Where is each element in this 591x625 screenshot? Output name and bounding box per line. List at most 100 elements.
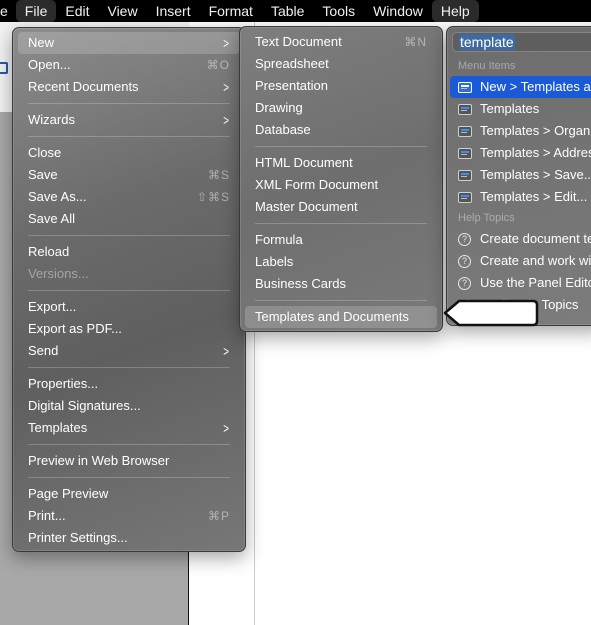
question-circle-icon: ?: [458, 232, 471, 246]
menu-item-label: Open...: [28, 57, 71, 72]
menu-item-label: Export...: [28, 299, 77, 314]
menu-separator: [18, 230, 240, 241]
menu-item-label: Save: [28, 167, 58, 182]
file-menu-item-versions: Versions...: [18, 263, 240, 285]
help-topics-header: Help Topics: [458, 212, 515, 224]
new-submenu-item-presentation[interactable]: Presentation: [245, 75, 437, 97]
file-menu-item-export-as-pdf[interactable]: Export as PDF...: [18, 318, 240, 340]
menu-item-label: Spreadsheet: [255, 56, 329, 71]
annotation-callout-arrow: [443, 299, 539, 327]
menu-item-label: HTML Document: [255, 155, 353, 170]
menu-bar: e File Edit View Insert Format Table Tools Windo…: [0, 0, 591, 22]
file-menu-item-properties[interactable]: Properties...: [18, 373, 240, 395]
help-result-label: Templates: [480, 101, 540, 116]
new-submenu-item-formula[interactable]: Formula: [245, 229, 437, 251]
file-menu-item-close[interactable]: Close: [18, 142, 240, 164]
menu-item-label: New: [28, 35, 55, 50]
menu-separator: [18, 285, 240, 296]
help-result-templates-save[interactable]: Templates > Save...: [450, 164, 591, 186]
menu-separator: [245, 218, 437, 229]
menu-item-label: Close: [28, 145, 62, 160]
file-menu-item-reload[interactable]: Reload: [18, 241, 240, 263]
file-menu-item-send[interactable]: Send >: [18, 340, 240, 362]
new-submenu-item-xml-form-document[interactable]: XML Form Document: [245, 174, 437, 196]
menu-item-icon: [458, 169, 472, 181]
menubar-item-help[interactable]: Help: [431, 0, 479, 22]
help-result-label: Templates > Save...: [480, 167, 591, 182]
file-menu-item-new[interactable]: New >: [18, 32, 240, 54]
menu-item-icon: [458, 81, 472, 93]
menubar-item-window[interactable]: Window: [364, 0, 432, 22]
file-menu-item-recent-documents[interactable]: Recent Documents >: [18, 76, 240, 98]
new-submenu-item-master-document[interactable]: Master Document: [245, 196, 437, 218]
file-menu-item-printer-settings[interactable]: Printer Settings...: [18, 527, 240, 549]
help-result-templates-organize[interactable]: Templates > Organize...: [450, 120, 591, 142]
file-menu-item-page-preview[interactable]: Page Preview: [18, 483, 240, 505]
menu-item-label: Wizards: [28, 112, 75, 127]
new-submenu-item-templates-and-documents[interactable]: Templates and Documents: [245, 306, 437, 328]
file-menu-item-export[interactable]: Export...: [18, 296, 240, 318]
help-result-label: Templates > Address Book Source...: [480, 145, 591, 160]
save-icon[interactable]: [0, 62, 8, 74]
help-topic-create-and-work-with-templates[interactable]: ? Create and work with templates: [450, 250, 591, 272]
menu-item-label: Digital Signatures...: [28, 398, 141, 413]
menu-item-label: XML Form Document: [255, 177, 379, 192]
menu-item-label: Printer Settings...: [28, 530, 128, 545]
file-menu-item-wizards[interactable]: Wizards >: [18, 109, 240, 131]
menu-item-icon: [458, 191, 472, 203]
question-circle-icon: ?: [458, 254, 471, 268]
help-result-new-templates-and-documents[interactable]: New > Templates and Documents: [450, 76, 591, 98]
new-submenu-item-text-document[interactable]: Text Document ⌘N: [245, 31, 437, 53]
menubar-item-e[interactable]: e: [0, 0, 16, 22]
menubar-item-insert[interactable]: Insert: [147, 0, 200, 22]
file-menu-item-digital-signatures[interactable]: Digital Signatures...: [18, 395, 240, 417]
file-menu: New > Open... ⌘O Recent Documents > Wizards > Cl…: [12, 27, 246, 552]
help-topic-use-the-panel-editor[interactable]: ? Use the Panel Editor: [450, 272, 591, 294]
menu-item-label: Labels: [255, 254, 294, 269]
menu-item-label: Formula: [255, 232, 303, 247]
menubar-item-view[interactable]: View: [98, 0, 146, 22]
new-submenu-item-spreadsheet[interactable]: Spreadsheet: [245, 53, 437, 75]
menu-item-label: Properties...: [28, 376, 99, 391]
file-menu-item-open[interactable]: Open... ⌘O: [18, 54, 240, 76]
menu-item-label: Templates: [28, 420, 88, 435]
help-topic-label: Create and work with templates: [480, 253, 591, 268]
help-result-label: Templates > Organize...: [480, 123, 591, 138]
menu-item-label: Export as PDF...: [28, 321, 122, 336]
chevron-right-icon: >: [223, 112, 229, 128]
question-circle-icon: ?: [458, 276, 471, 290]
help-topic-label: Create document templates: [480, 231, 591, 246]
help-result-label: Templates > Edit...: [480, 189, 588, 204]
menu-item-label: Save All: [28, 211, 75, 226]
help-topic-label: Use the Panel Editor: [480, 275, 591, 290]
menubar-item-tools[interactable]: Tools: [313, 0, 364, 22]
chevron-right-icon: >: [223, 420, 229, 436]
menubar-item-table[interactable]: Table: [262, 0, 313, 22]
new-submenu-item-drawing[interactable]: Drawing: [245, 97, 437, 119]
menu-item-icon: [458, 147, 472, 159]
help-search-value[interactable]: template: [459, 34, 515, 50]
file-menu-item-save[interactable]: Save ⌘S: [18, 164, 240, 186]
new-submenu-item-labels[interactable]: Labels: [245, 251, 437, 273]
menubar-item-edit[interactable]: Edit: [56, 0, 98, 22]
new-submenu-item-html-document[interactable]: HTML Document: [245, 152, 437, 174]
menu-item-label: Master Document: [255, 199, 358, 214]
file-menu-item-templates[interactable]: Templates >: [18, 417, 240, 439]
help-topic-create-document-templates[interactable]: ? Create document templates: [450, 228, 591, 250]
new-submenu: Text Document ⌘N Spreadsheet Presentation Dr…: [239, 26, 443, 332]
file-menu-item-save-all[interactable]: Save All: [18, 208, 240, 230]
menu-item-label: Presentation: [255, 78, 328, 93]
help-result-templates-edit[interactable]: Templates > Edit...: [450, 186, 591, 208]
file-menu-item-print[interactable]: Print... ⌘P: [18, 505, 240, 527]
file-menu-item-preview-in-web-browser[interactable]: Preview in Web Browser: [18, 450, 240, 472]
menubar-item-format[interactable]: Format: [200, 0, 262, 22]
new-submenu-item-database[interactable]: Database: [245, 119, 437, 141]
help-search-input[interactable]: template: [452, 32, 591, 52]
menubar-item-file[interactable]: File: [15, 0, 57, 22]
keyboard-shortcut: ⌘S: [207, 168, 230, 182]
help-result-templates-address-book-source[interactable]: Templates > Address Book Source...: [450, 142, 591, 164]
keyboard-shortcut: ⌘N: [404, 35, 427, 49]
help-result-templates[interactable]: Templates: [450, 98, 591, 120]
file-menu-item-save-as[interactable]: Save As... ⇧⌘S: [18, 186, 240, 208]
new-submenu-item-business-cards[interactable]: Business Cards: [245, 273, 437, 295]
